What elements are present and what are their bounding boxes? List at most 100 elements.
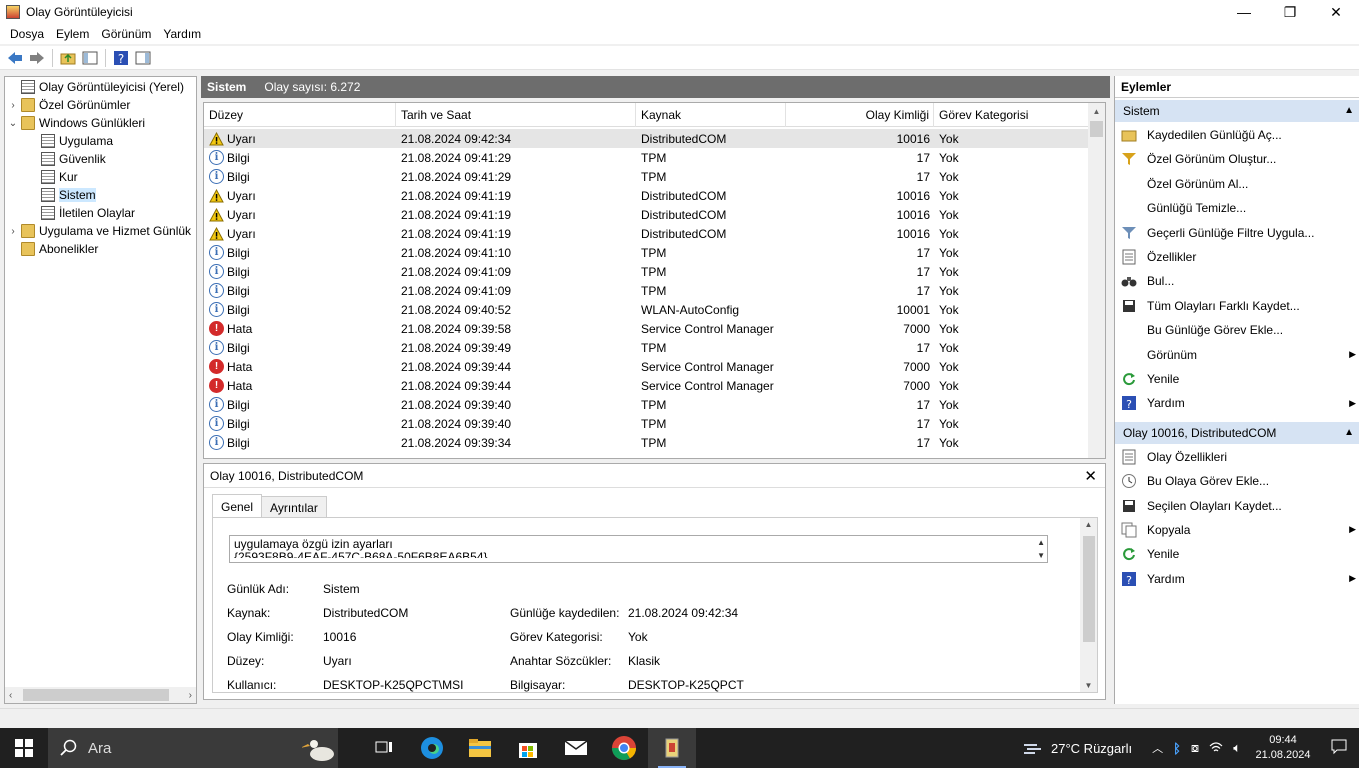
action-item[interactable]: Bu Günlüğe Görev Ekle...: [1115, 319, 1359, 341]
action-item[interactable]: Özel Görünüm Oluştur...: [1115, 148, 1359, 170]
action-item[interactable]: Bul...: [1115, 270, 1359, 292]
collapse-caret-icon[interactable]: ▲: [1344, 422, 1354, 444]
action-item[interactable]: Yenile: [1115, 543, 1359, 565]
table-row[interactable]: i Bilgi 21.08.2024 09:39:49 TPM 17 Yok: [204, 338, 1089, 357]
tab-general[interactable]: Genel: [212, 494, 263, 518]
bluetooth-icon[interactable]: ᛒ: [1173, 741, 1181, 756]
scroll-right-icon[interactable]: ›: [189, 690, 192, 701]
action-item[interactable]: Olay Özellikleri: [1115, 446, 1359, 468]
tree-item-system[interactable]: Sistem: [27, 186, 96, 204]
action-item[interactable]: Yenile: [1115, 368, 1359, 390]
scrollbar-thumb[interactable]: [1083, 536, 1095, 642]
chrome-icon[interactable]: [600, 728, 648, 768]
scrollbar-thumb[interactable]: [1090, 121, 1103, 137]
tab-details[interactable]: Ayrıntılar: [261, 496, 327, 518]
tree-item-application[interactable]: Uygulama: [27, 132, 113, 150]
event-viewer-taskbar-icon[interactable]: [648, 728, 696, 768]
scroll-down-icon[interactable]: ▼: [1080, 681, 1097, 690]
wifi-icon[interactable]: [1209, 741, 1223, 756]
scrollbar-thumb[interactable]: [23, 689, 169, 701]
table-row[interactable]: i Bilgi 21.08.2024 09:41:09 TPM 17 Yok: [204, 262, 1089, 281]
column-header-event-id[interactable]: Olay Kimliği: [786, 103, 934, 127]
table-row[interactable]: i Bilgi 21.08.2024 09:39:34 TPM 17 Yok: [204, 433, 1089, 452]
forward-arrow-icon[interactable]: [26, 47, 48, 69]
event-description[interactable]: uygulamaya özgü izin ayarları {2593F8B9-…: [229, 535, 1048, 563]
table-row[interactable]: i Bilgi 21.08.2024 09:40:52 WLAN-AutoConfig…: [204, 300, 1089, 319]
collapse-chevron-icon[interactable]: ⌄: [7, 118, 19, 129]
table-row[interactable]: Uyarı 21.08.2024 09:41:19 DistributedCOM 10…: [204, 205, 1089, 224]
table-row[interactable]: ! Hata 21.08.2024 09:39:44 Service Control …: [204, 357, 1089, 376]
tree-item-subscriptions[interactable]: Abonelikler: [7, 240, 98, 258]
action-item[interactable]: ? Yardım ▶: [1115, 568, 1359, 590]
action-item[interactable]: Kaydedilen Günlüğü Aç...: [1115, 124, 1359, 146]
scroll-up-icon[interactable]: ▲: [1088, 103, 1105, 120]
scroll-left-icon[interactable]: ‹: [9, 690, 12, 701]
menu-file[interactable]: Dosya: [4, 27, 50, 41]
table-row[interactable]: Uyarı 21.08.2024 09:42:34 DistributedCOM 10…: [204, 129, 1089, 148]
action-item[interactable]: ? Yardım ▶: [1115, 392, 1359, 414]
action-item[interactable]: Özel Görünüm Al...: [1115, 173, 1359, 195]
start-button[interactable]: [0, 728, 48, 768]
table-row[interactable]: ! Hata 21.08.2024 09:39:58 Service Control …: [204, 319, 1089, 338]
weather-text[interactable]: 27°C Rüzgarlı: [1051, 741, 1132, 756]
tree-item-security[interactable]: Güvenlik: [27, 150, 106, 168]
close-button[interactable]: ✕: [1313, 0, 1359, 24]
collapse-caret-icon[interactable]: ▲: [1344, 100, 1354, 122]
help-icon[interactable]: ?: [110, 47, 132, 69]
minimize-button[interactable]: —: [1221, 0, 1267, 24]
table-row[interactable]: i Bilgi 21.08.2024 09:39:40 TPM 17 Yok: [204, 395, 1089, 414]
mail-icon[interactable]: [552, 728, 600, 768]
file-explorer-icon[interactable]: [456, 728, 504, 768]
table-row[interactable]: Uyarı 21.08.2024 09:41:19 DistributedCOM 10…: [204, 224, 1089, 243]
task-view-icon[interactable]: [360, 728, 408, 768]
device-icon[interactable]: ⧇: [1191, 740, 1199, 756]
close-details-icon[interactable]: ✕: [1084, 467, 1097, 485]
event-list-scrollbar[interactable]: ▲: [1088, 103, 1105, 458]
action-item[interactable]: Özellikler: [1115, 246, 1359, 268]
tree-item-forwarded-events[interactable]: İletilen Olaylar: [27, 204, 135, 222]
table-row[interactable]: i Bilgi 21.08.2024 09:41:29 TPM 17 Yok: [204, 148, 1089, 167]
tree-item-app-service-logs[interactable]: › Uygulama ve Hizmet Günlük: [7, 222, 191, 240]
show-hide-action-pane-icon[interactable]: [132, 47, 154, 69]
details-scrollbar[interactable]: ▲ ▼: [1080, 518, 1097, 692]
action-item[interactable]: Seçilen Olayları Kaydet...: [1115, 495, 1359, 517]
column-header-level[interactable]: Düzey: [204, 103, 396, 127]
notifications-icon[interactable]: [1319, 739, 1359, 758]
microsoft-store-icon[interactable]: [504, 728, 552, 768]
show-hidden-icons-icon[interactable]: ︿: [1152, 740, 1163, 756]
column-header-task-category[interactable]: Görev Kategorisi: [934, 103, 1084, 127]
maximize-button[interactable]: ❐: [1267, 0, 1313, 24]
table-row[interactable]: ! Hata 21.08.2024 09:39:44 Service Control …: [204, 376, 1089, 395]
column-header-date[interactable]: Tarih ve Saat: [396, 103, 636, 127]
tree-item-setup[interactable]: Kur: [27, 168, 78, 186]
menu-view[interactable]: Görünüm: [95, 27, 157, 41]
action-item[interactable]: Tüm Olayları Farklı Kaydet...: [1115, 295, 1359, 317]
expand-chevron-icon[interactable]: ›: [7, 100, 19, 111]
action-item[interactable]: Kopyala ▶: [1115, 519, 1359, 541]
table-row[interactable]: i Bilgi 21.08.2024 09:39:40 TPM 17 Yok: [204, 414, 1089, 433]
up-folder-icon[interactable]: [57, 47, 79, 69]
menu-action[interactable]: Eylem: [50, 27, 95, 41]
table-row[interactable]: Uyarı 21.08.2024 09:41:19 DistributedCOM 10…: [204, 186, 1089, 205]
edge-browser-icon[interactable]: [408, 728, 456, 768]
table-row[interactable]: i Bilgi 21.08.2024 09:41:10 TPM 17 Yok: [204, 243, 1089, 262]
expand-chevron-icon[interactable]: ›: [7, 226, 19, 237]
actions-section-system[interactable]: Sistem ▲: [1115, 100, 1359, 122]
taskbar-search[interactable]: Ara: [48, 728, 338, 768]
menu-help[interactable]: Yardım: [157, 27, 207, 41]
table-row[interactable]: i Bilgi 21.08.2024 09:41:09 TPM 17 Yok: [204, 281, 1089, 300]
action-item[interactable]: Bu Olaya Görev Ekle...: [1115, 470, 1359, 492]
show-hide-console-tree-icon[interactable]: [79, 47, 101, 69]
action-item[interactable]: Geçerli Günlüğe Filtre Uygula...: [1115, 222, 1359, 244]
actions-section-event[interactable]: Olay 10016, DistributedCOM ▲: [1115, 422, 1359, 444]
tree-item-root[interactable]: Olay Görüntüleyicisi (Yerel): [7, 78, 184, 96]
tree-item-windows-logs[interactable]: ⌄ Windows Günlükleri: [7, 114, 145, 132]
table-row[interactable]: i Bilgi 21.08.2024 09:41:29 TPM 17 Yok: [204, 167, 1089, 186]
tree-horizontal-scrollbar[interactable]: ‹ ›: [5, 687, 196, 703]
scroll-up-icon[interactable]: ▲: [1080, 520, 1097, 529]
action-item[interactable]: Günlüğü Temizle...: [1115, 197, 1359, 219]
column-header-source[interactable]: Kaynak: [636, 103, 786, 127]
volume-icon[interactable]: 🔈︎: [1233, 740, 1241, 756]
description-scroll-icon[interactable]: ▲ ▼: [1037, 536, 1045, 562]
clock[interactable]: 09:44 21.08.2024: [1247, 733, 1319, 763]
